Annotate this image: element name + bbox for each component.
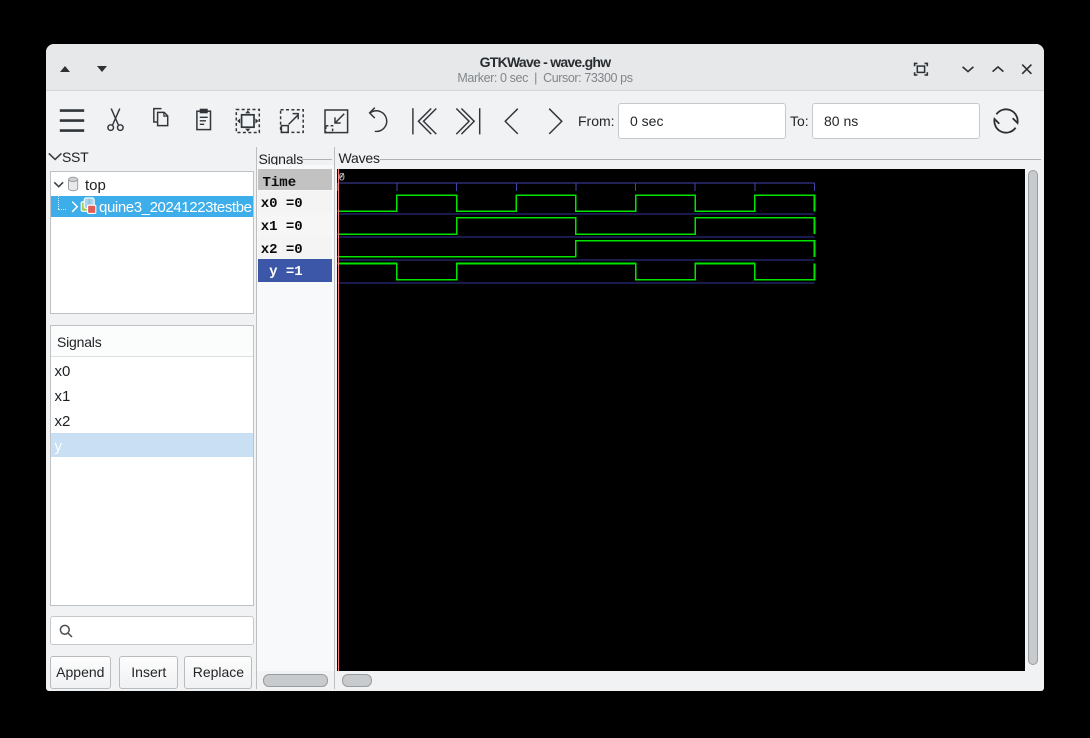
svg-text:0: 0	[339, 172, 346, 184]
